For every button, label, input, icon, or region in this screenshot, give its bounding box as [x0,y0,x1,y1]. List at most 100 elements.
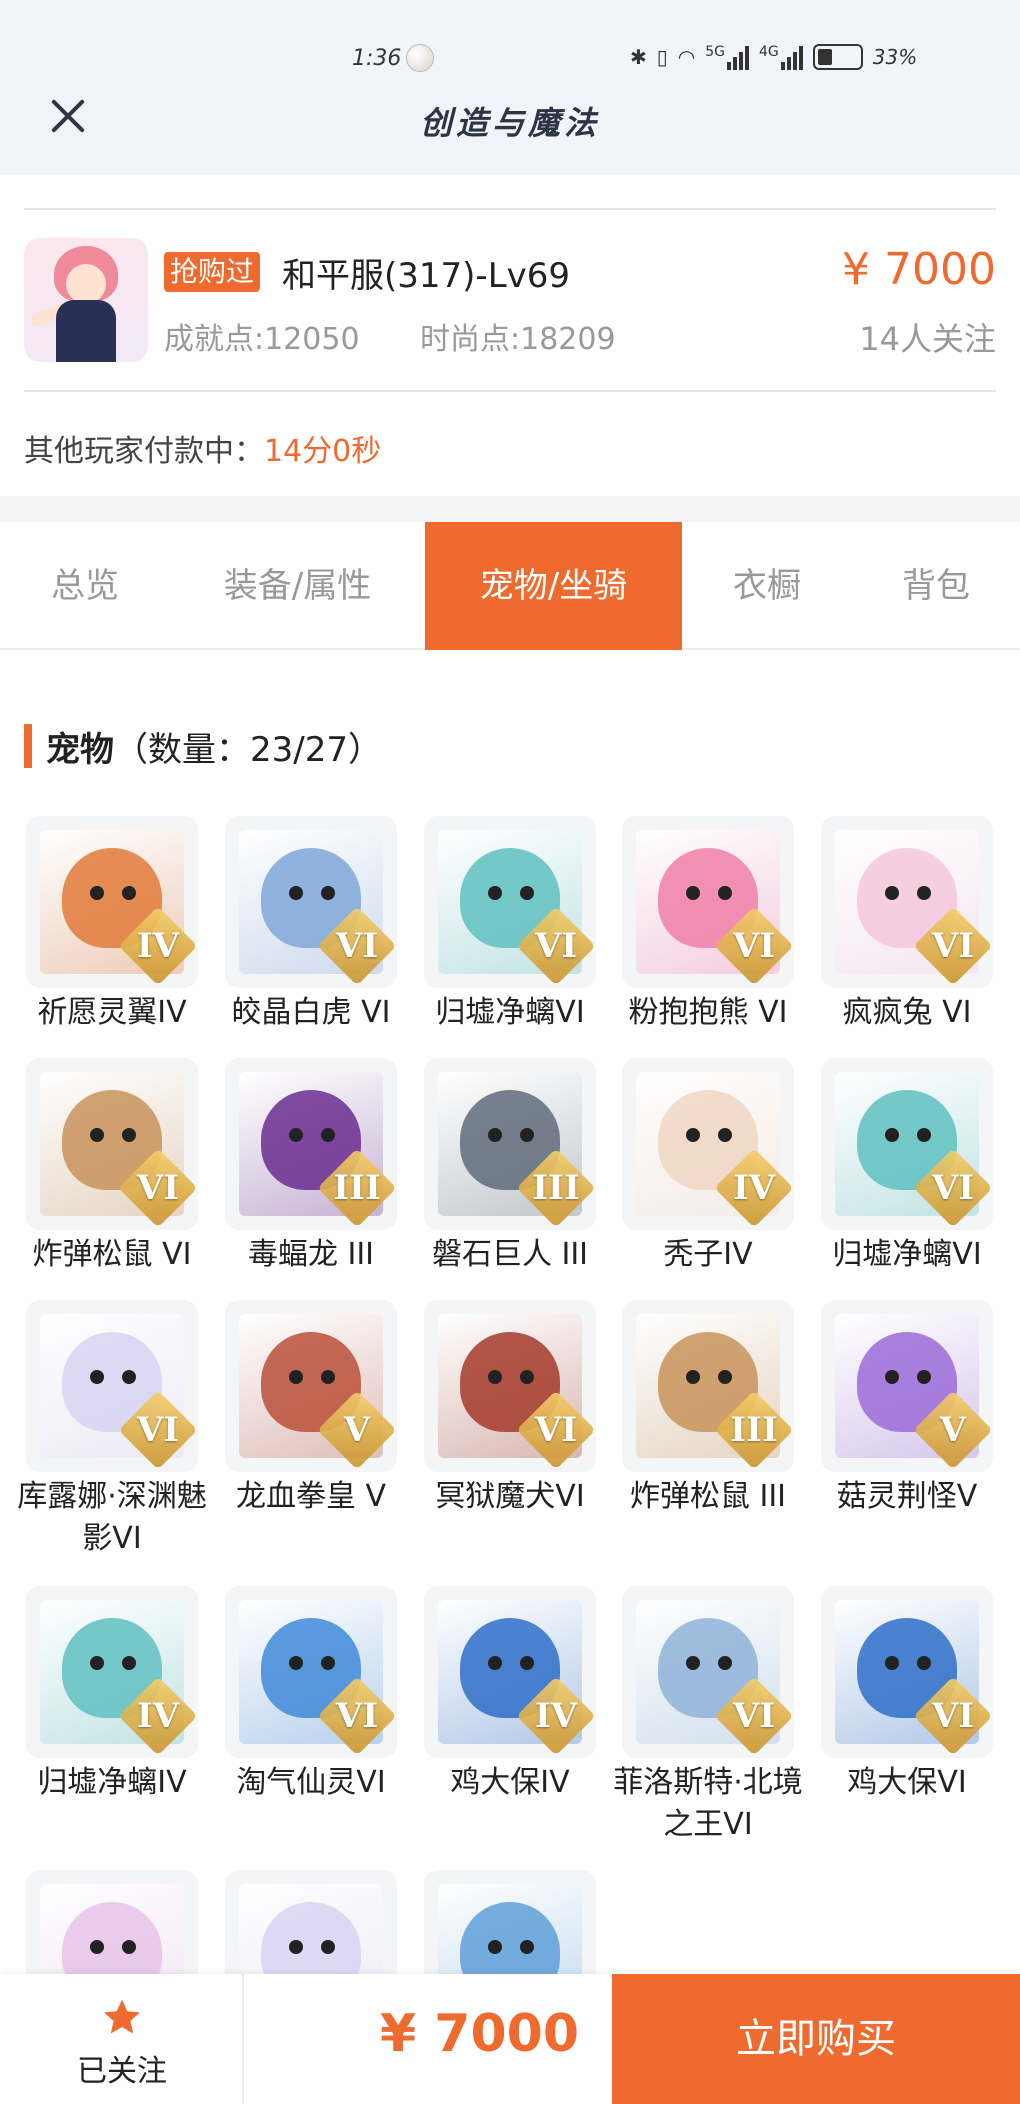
pet-rank: VI [931,1168,975,1208]
section-title-text: 宠物 [46,730,114,770]
pet-name: 归墟净螭VI [435,995,585,1030]
section-title: 宠物（数量：23/27） [46,722,382,771]
item-name: 和平服(317)-Lv69 [282,256,571,296]
pet-name: 鸡大保IV [450,1765,570,1800]
status-bar: 1:36 ✱ ▯ ◠ 5G 4G 33% [0,40,1020,80]
pet-card[interactable]: VI 库露娜·深渊魅影VI [17,1300,207,1560]
pet-card[interactable]: VI 冥狱魔犬VI [424,1300,596,1518]
tab-equipment[interactable]: 装备/属性 [170,522,425,650]
pet-tile: IV [424,1586,596,1758]
pet-card[interactable]: III 毒蝠龙 III [225,1058,397,1276]
wifi-icon: ◠ [677,45,696,69]
pet-rank: VI [335,926,379,966]
pet-rank: VI [534,926,578,966]
vibrate-icon: ▯ [656,45,668,69]
section-count: （数量：23/27） [114,730,382,770]
pet-name: 粉抱抱熊 VI [628,995,788,1030]
page-title: 创造与魔法 [419,104,600,142]
pet-card[interactable]: V 菇灵荆怪V [821,1300,993,1518]
payment-countdown: 14分0秒 [264,434,382,469]
pet-rank: VI [335,1696,379,1736]
pet-tile: III [225,1058,397,1230]
pet-name: 祈愿灵翼IV [37,995,187,1030]
pet-rank: VI [136,1168,180,1208]
battery-percent: 33% [872,45,918,69]
pet-tile: IV [26,816,198,988]
character-avatar[interactable] [24,238,148,362]
pet-tile: III [622,1300,794,1472]
tab-overview[interactable]: 总览 [0,522,170,650]
pet-card[interactable]: VI 炸弹松鼠 VI [26,1058,198,1276]
payment-notice: 其他玩家付款中：14分0秒 [24,426,381,470]
pet-rank: III [333,1168,381,1208]
pet-rank: VI [534,1410,578,1450]
pet-tile: IV [26,1586,198,1758]
pet-card[interactable]: VI 鸡大保VI [821,1586,993,1804]
pet-name: 库露娜·深渊魅影VI [17,1479,207,1556]
battery-icon [812,44,863,70]
pet-name: 磐石巨人 III [431,1237,589,1272]
pet-card[interactable]: IV 秃子IV [622,1058,794,1276]
network-5g-label: 5G [705,44,725,60]
pet-tile: V [821,1300,993,1472]
pet-rank: III [532,1168,580,1208]
pet-rank: V [343,1410,371,1450]
pet-tile: VI [821,1586,993,1758]
pet-card[interactable]: V 龙血拳皇 V [225,1300,397,1518]
pet-card[interactable]: VI 粉抱抱熊 VI [622,816,794,1034]
pet-rank: IV [534,1696,578,1736]
pet-tile: VI [821,816,993,988]
status-time: 1:36 [352,46,402,71]
pet-rank: IV [136,926,180,966]
pet-tile: VI [424,816,596,988]
pet-card[interactable]: VI 皎晶白虎 VI [225,816,397,1034]
pet-tile: VI [225,1586,397,1758]
tab-bar: 总览 装备/属性 宠物/坐骑 衣橱 背包 [0,522,1020,650]
tab-backpack[interactable]: 背包 [852,522,1020,650]
section-gap [0,496,1020,522]
pet-name: 淘气仙灵VI [236,1765,386,1800]
pet-card[interactable]: VI 归墟净螭VI [821,1058,993,1276]
pet-name: 归墟净螭VI [832,1237,982,1272]
pet-rank: IV [136,1696,180,1736]
pet-name: 皎晶白虎 VI [231,995,391,1030]
watcher-count: 14人关注 [859,320,996,358]
fashion-points: 时尚点:18209 [420,322,616,357]
pet-tile: VI [26,1058,198,1230]
pet-name: 炸弹松鼠 VI [32,1237,192,1272]
bottom-bar: 已关注 ¥ 7000 立即购买 [0,1974,1020,2104]
top-header: 1:36 ✱ ▯ ◠ 5G 4G 33% 创造与魔法 [0,0,1020,175]
section-accent-bar [24,724,32,768]
pet-tile: III [424,1058,596,1230]
divider [24,208,996,210]
pet-rank: IV [732,1168,776,1208]
pet-card[interactable]: VI 疯疯兔 VI [821,816,993,1034]
pet-rank: VI [732,1696,776,1736]
signal-4g-icon: 4G [759,44,803,70]
tab-wardrobe[interactable]: 衣橱 [682,522,852,650]
pet-card[interactable]: IV 归墟净螭IV [26,1586,198,1804]
pet-card[interactable]: III 磐石巨人 III [424,1058,596,1276]
pet-name: 毒蝠龙 III [247,1237,375,1272]
pet-rank: VI [136,1410,180,1450]
pet-tile: IV [622,1058,794,1230]
item-price: ¥ 7000 [842,244,996,295]
pet-tile: VI [821,1058,993,1230]
divider [24,390,996,392]
pet-name: 秃子IV [663,1237,753,1272]
pet-rank: V [939,1410,967,1450]
pet-card[interactable]: VI 淘气仙灵VI [225,1586,397,1804]
buy-now-button[interactable]: 立即购买 [612,1974,1020,2104]
pet-card[interactable]: IV 祈愿灵翼IV [26,816,198,1034]
pet-name: 龙血拳皇 V [235,1479,387,1514]
pet-card[interactable]: VI 菲洛斯特·北境之王VI [613,1586,803,1846]
pet-tile: VI [26,1300,198,1472]
follow-label: 已关注 [77,2054,167,2089]
pet-name: 鸡大保VI [847,1765,967,1800]
pet-card[interactable]: IV 鸡大保IV [424,1586,596,1804]
pet-tile: VI [622,816,794,988]
pet-card[interactable]: VI 归墟净螭VI [424,816,596,1034]
pet-card[interactable]: III 炸弹松鼠 III [622,1300,794,1518]
tab-pets-mounts[interactable]: 宠物/坐骑 [425,522,682,650]
follow-button[interactable]: 已关注 [0,1974,244,2104]
